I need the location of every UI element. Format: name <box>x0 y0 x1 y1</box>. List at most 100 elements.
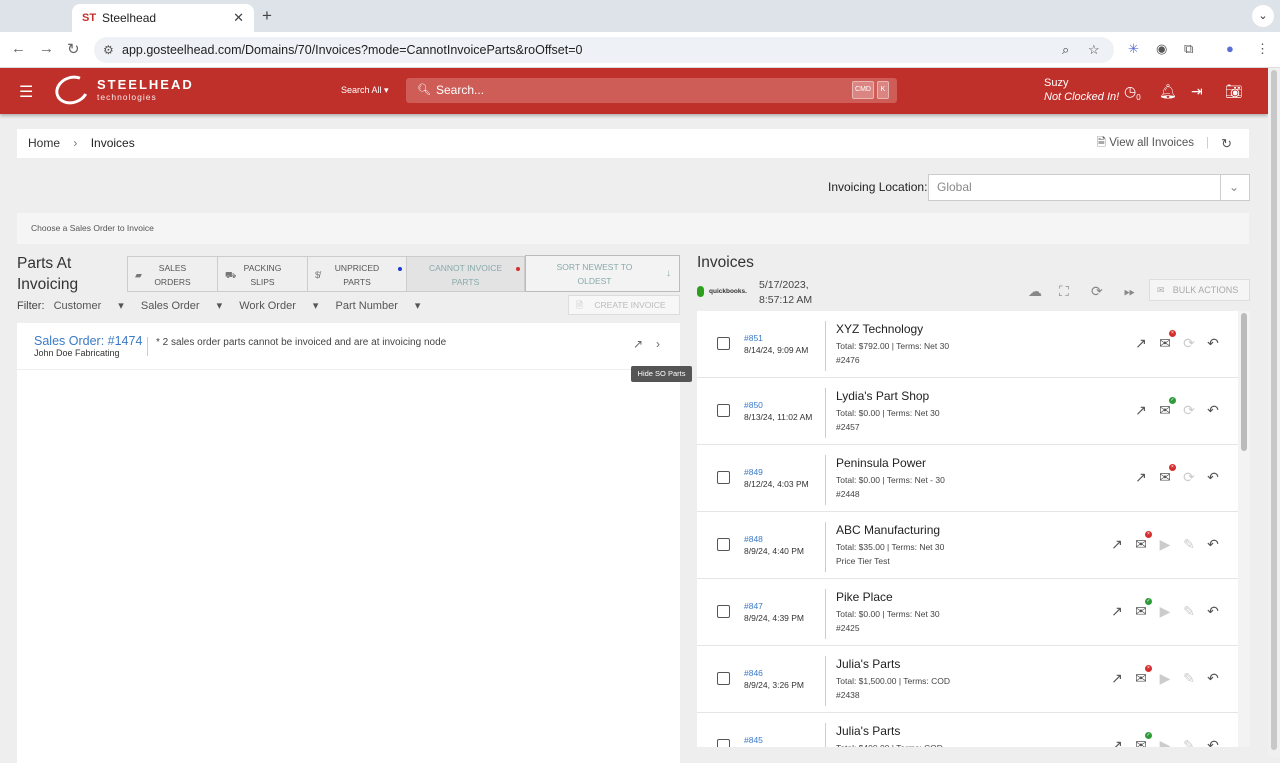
create-invoice-button[interactable]: 🗎 CREATE INVOICE <box>568 295 680 315</box>
invoice-row[interactable]: #846 8/9/24, 3:26 PM Julia's Parts Total: $… <box>697 646 1238 713</box>
invoice-checkbox[interactable] <box>717 739 730 747</box>
play-icon[interactable]: ▶ <box>1158 603 1172 620</box>
pencil-icon[interactable]: ✎ <box>1182 737 1196 747</box>
url-field[interactable]: ⚙ app.gosteelhead.com/Domains/70/Invoice… <box>94 37 1114 63</box>
invoice-row[interactable]: #848 8/9/24, 4:40 PM ABC Manufacturing Tota… <box>697 512 1238 579</box>
logout-icon[interactable]: ⇥ <box>1191 83 1203 100</box>
steelhead-logo[interactable]: STEELHEAD technologies <box>51 71 194 109</box>
undo-icon[interactable]: ↶ <box>1206 670 1220 687</box>
bell-icon[interactable]: 🔔︎ <box>1159 83 1177 100</box>
sync-icon[interactable]: ⟳ <box>1091 283 1103 300</box>
invoice-list-scrollbar[interactable] <box>1238 311 1250 747</box>
user-status[interactable]: Suzy Not Clocked In! <box>1044 76 1119 104</box>
pencil-icon[interactable]: ✎ <box>1182 603 1196 620</box>
mail-icon[interactable]: ✉ × <box>1134 531 1152 553</box>
invoice-scroll-thumb[interactable] <box>1241 313 1247 451</box>
tab-search-chevron-icon[interactable]: ⌄ <box>1252 5 1274 27</box>
frame-icon[interactable]: ⛶ <box>1059 283 1069 300</box>
invoice-row[interactable]: #849 8/12/24, 4:03 PM Peninsula Power Total… <box>697 445 1238 512</box>
open-external-icon[interactable]: ↗ <box>1134 469 1148 486</box>
sync-icon[interactable]: ⟳ <box>1182 402 1196 419</box>
sync-icon[interactable]: ⟳ <box>1182 469 1196 486</box>
invoice-number[interactable]: #851 <box>744 333 763 343</box>
cannot-invoice-parts-button[interactable]: CANNOT INVOICE PARTS <box>406 256 525 292</box>
extension-icon[interactable]: ✳ <box>1128 41 1139 57</box>
filter-sales-order[interactable]: Sales Order ▾ <box>141 300 222 312</box>
bulk-actions-button[interactable]: ✉ BULK ACTIONS <box>1149 279 1250 301</box>
invoice-number[interactable]: #850 <box>744 400 763 410</box>
filter-work-order[interactable]: Work Order ▾ <box>239 300 318 312</box>
invoice-checkbox[interactable] <box>717 605 730 618</box>
invoice-checkbox[interactable] <box>717 538 730 551</box>
open-external-icon[interactable]: ↗ <box>1134 335 1148 352</box>
sync-icon[interactable]: ⟳ <box>1182 335 1196 352</box>
browser-menu-icon[interactable]: ⋮ <box>1256 41 1269 57</box>
undo-icon[interactable]: ↶ <box>1206 603 1220 620</box>
profile-icon[interactable]: ● <box>1226 41 1234 56</box>
open-external-icon[interactable]: ↗ <box>1110 737 1124 747</box>
invoice-checkbox[interactable] <box>717 471 730 484</box>
mail-icon[interactable]: ✉ ✓ <box>1134 598 1152 620</box>
invoice-number[interactable]: #845 <box>744 735 763 745</box>
sort-newest-button[interactable]: SORT NEWEST TO OLDEST ↓ <box>525 255 680 292</box>
unpriced-parts-button[interactable]: $̸ UNPRICED PARTS <box>307 256 407 292</box>
cloud-upload-icon[interactable]: ☁ <box>1028 283 1042 300</box>
pencil-icon[interactable]: ✎ <box>1182 670 1196 687</box>
reload-icon[interactable]: ↻ <box>67 40 80 58</box>
sales-orders-button[interactable]: ▰ SALES ORDERS <box>127 256 218 292</box>
open-external-icon[interactable]: ↗ <box>1110 670 1124 687</box>
mail-icon[interactable]: ✉ ✓ <box>1134 732 1152 747</box>
fast-forward-icon[interactable]: ⏩︎ <box>1124 283 1135 300</box>
filter-part-number[interactable]: Part Number ▾ <box>336 300 421 312</box>
sales-order-link[interactable]: Sales Order: #1474 <box>34 334 142 348</box>
undo-icon[interactable]: ↶ <box>1206 335 1220 352</box>
filter-customer[interactable]: Customer ▾ <box>54 300 124 312</box>
mail-icon[interactable]: ✉ ✓ <box>1158 397 1176 419</box>
view-all-invoices-link[interactable]: 🗎 View all Invoices | <box>1097 129 1209 158</box>
invoice-number[interactable]: #848 <box>744 534 763 544</box>
undo-icon[interactable]: ↶ <box>1206 402 1220 419</box>
invoicing-location-select[interactable]: Global ⌄ <box>928 174 1250 201</box>
clock-icon[interactable]: ◷0 <box>1124 83 1141 102</box>
browser-tab[interactable]: ST Steelhead ✕ <box>72 4 254 32</box>
open-external-icon[interactable]: ↗ <box>1110 603 1124 620</box>
chevron-right-icon[interactable]: › <box>656 337 660 351</box>
zoom-icon[interactable]: ⌕ <box>1062 37 1069 63</box>
new-tab-button[interactable]: + <box>262 6 272 26</box>
page-scroll-thumb[interactable] <box>1271 70 1277 750</box>
invoice-row[interactable]: #851 8/14/24, 9:09 AM XYZ Technology Total:… <box>697 311 1238 378</box>
open-external-icon[interactable]: ↗ <box>1134 402 1148 419</box>
invoice-number[interactable]: #849 <box>744 467 763 477</box>
site-settings-icon[interactable]: ⚙ <box>103 37 114 63</box>
extension-2-icon[interactable]: ◉ <box>1156 41 1167 57</box>
bookmark-star-icon[interactable]: ☆ <box>1088 37 1100 63</box>
play-icon[interactable]: ▶ <box>1158 670 1172 687</box>
breadcrumb-home[interactable]: Home <box>28 136 60 150</box>
packing-slips-button[interactable]: ⛟ PACKING SLIPS <box>217 256 308 292</box>
open-external-icon[interactable]: ↗ <box>633 337 643 351</box>
forward-arrow-icon[interactable]: → <box>39 40 54 57</box>
camera-icon[interactable]: 📷︎ <box>1225 83 1243 100</box>
mail-icon[interactable]: ✉ × <box>1134 665 1152 687</box>
undo-icon[interactable]: ↶ <box>1206 536 1220 553</box>
global-search-input[interactable]: 🔍︎ Search... CMD K <box>406 78 897 103</box>
back-arrow-icon[interactable]: ← <box>11 40 26 57</box>
invoice-row[interactable]: #850 8/13/24, 11:02 AM Lydia's Part Shop To… <box>697 378 1238 445</box>
invoice-number[interactable]: #846 <box>744 668 763 678</box>
pencil-icon[interactable]: ✎ <box>1182 536 1196 553</box>
play-icon[interactable]: ▶ <box>1158 536 1172 553</box>
sales-order-row[interactable]: Sales Order: #1474 John Doe Fabricating … <box>17 323 680 370</box>
open-external-icon[interactable]: ↗ <box>1110 536 1124 553</box>
invoice-number[interactable]: #847 <box>744 601 763 611</box>
invoice-checkbox[interactable] <box>717 404 730 417</box>
search-scope-dropdown[interactable]: Search All ▾ <box>341 85 389 96</box>
invoice-row[interactable]: #845 Julia's Parts Total: $400.00 | Terms:… <box>697 713 1238 747</box>
invoice-row[interactable]: #847 8/9/24, 4:39 PM Pike Place Total: $0.0… <box>697 579 1238 646</box>
hamburger-menu-icon[interactable]: ☰ <box>19 82 33 102</box>
puzzle-icon[interactable]: ⧉ <box>1184 41 1193 57</box>
invoice-checkbox[interactable] <box>717 337 730 350</box>
invoice-checkbox[interactable] <box>717 672 730 685</box>
undo-icon[interactable]: ↶ <box>1206 469 1220 486</box>
refresh-icon[interactable]: ↻ <box>1221 129 1232 158</box>
play-icon[interactable]: ▶ <box>1158 737 1172 747</box>
